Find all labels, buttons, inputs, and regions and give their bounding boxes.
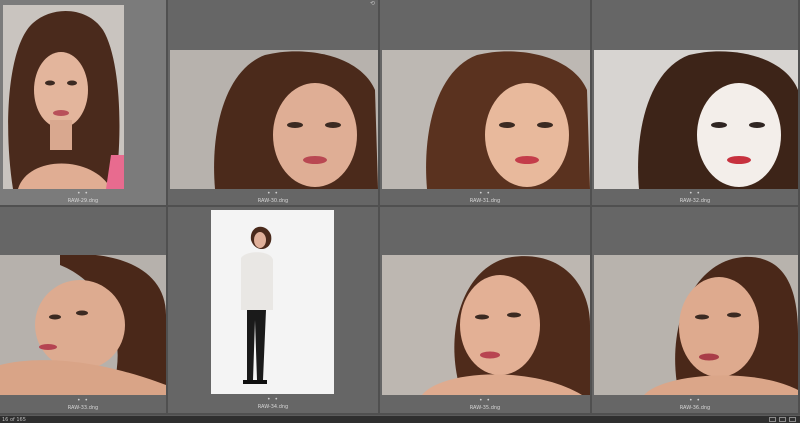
thumbnail-cell-raw-29[interactable]: • • RAW-29.dng <box>0 0 168 207</box>
rating-stars[interactable]: • • <box>380 191 590 197</box>
thumbnail-cell-raw-31[interactable]: • • RAW-31.dng <box>380 0 592 207</box>
filename-label: RAW-33.dng <box>67 405 99 411</box>
rating-stars[interactable]: • • <box>168 397 378 403</box>
thumbnail-cell-raw-33[interactable]: • • RAW-33.dng <box>0 207 168 415</box>
view-tools <box>769 417 796 422</box>
thumbnail-image[interactable] <box>0 255 166 395</box>
thumbnail-cell-raw-35[interactable]: • • RAW-35.dng <box>380 207 592 415</box>
rating-stars[interactable]: • • <box>0 398 166 404</box>
thumbnail-image[interactable] <box>382 50 590 189</box>
rating-stars[interactable]: • • <box>168 191 378 197</box>
filename-label: RAW-31.dng <box>469 198 501 204</box>
list-view-icon[interactable] <box>779 417 786 422</box>
rating-stars[interactable]: • • <box>380 398 590 404</box>
filmstrip-viewer: • • RAW-29.dng • • RAW-30.dng ⟲ • • RAW-… <box>0 0 800 423</box>
grid-view-icon[interactable] <box>769 417 776 422</box>
thumbnail-cell-raw-32[interactable]: • • RAW-32.dng <box>592 0 800 207</box>
thumbnail-grid: • • RAW-29.dng • • RAW-30.dng ⟲ • • RAW-… <box>0 0 800 415</box>
thumbnail-image[interactable] <box>211 210 334 394</box>
rating-stars[interactable]: • • <box>0 191 166 197</box>
thumbnail-image[interactable] <box>594 50 798 189</box>
rating-stars[interactable]: • • <box>592 191 798 197</box>
filename-label: RAW-32.dng <box>679 198 711 204</box>
thumbnail-cell-raw-30[interactable]: • • RAW-30.dng ⟲ <box>168 0 380 207</box>
filename-label: RAW-36.dng <box>679 405 711 411</box>
item-count: 16 of 165 <box>2 417 26 423</box>
status-bar: 16 of 165 <box>0 415 800 423</box>
filename-label: RAW-34.dng <box>257 404 289 410</box>
thumbnail-image[interactable] <box>3 5 124 189</box>
thumbnail-image[interactable] <box>382 255 590 395</box>
thumbnail-cell-raw-34[interactable]: • • RAW-34.dng <box>168 207 380 415</box>
thumbnail-image[interactable] <box>170 50 378 189</box>
thumbnail-image[interactable] <box>594 255 798 395</box>
thumbnail-cell-raw-36[interactable]: • • RAW-36.dng <box>592 207 800 415</box>
filename-label: RAW-29.dng <box>67 198 99 204</box>
filename-label: RAW-35.dng <box>469 405 501 411</box>
filmstrip-view-icon[interactable] <box>789 417 796 422</box>
filename-label: RAW-30.dng <box>257 198 289 204</box>
rating-stars[interactable]: • • <box>592 398 798 404</box>
rotate-icon[interactable]: ⟲ <box>370 1 376 7</box>
